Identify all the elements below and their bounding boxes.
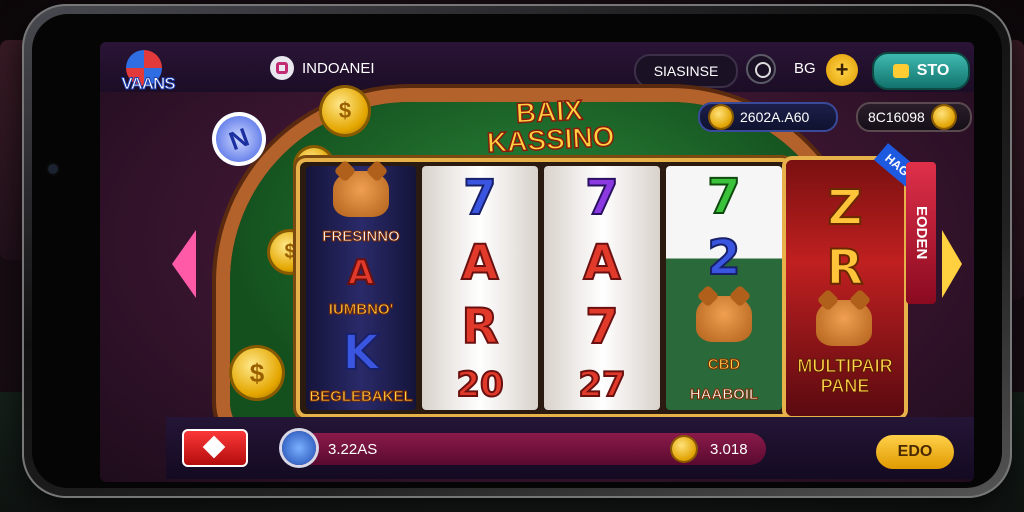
reel-symbol: A (347, 253, 375, 294)
coin-icon: $ (322, 88, 368, 134)
reel-symbol: HAABOIL (689, 386, 759, 404)
diamond-icon (202, 435, 226, 459)
mascot-icon (816, 300, 872, 346)
coin-icon (672, 437, 696, 461)
balance-primary[interactable]: 2602A.A60 (698, 102, 838, 132)
feature-label: MULTIPAIR PANE (786, 356, 904, 397)
casino-chip: N (204, 104, 274, 174)
info-bar: 3.22AS 3.018 (282, 431, 766, 465)
reel-symbol: 7 (584, 299, 619, 356)
reel-3: 7 A 7 27 (544, 166, 660, 410)
coin-icon (932, 106, 955, 128)
reel-symbol: 7 (706, 168, 741, 225)
feature-panel[interactable]: Z R MULTIPAIR PANE (786, 160, 904, 416)
next-arrow-icon[interactable] (942, 230, 962, 298)
reel-frame: FRESINNO A IUMBNO' K BEGLEBAKEL 7 A R 20… (300, 162, 788, 414)
coin-icon: $ (232, 348, 282, 398)
user-name: INDOANEI (302, 59, 375, 77)
reel-symbol: K (341, 324, 380, 381)
bottom-bar: 3.22AS 3.018 EDO (166, 417, 974, 479)
feature-symbol: R (826, 240, 865, 296)
store-label: STO (916, 62, 950, 79)
balance-secondary-value: 8C16098 (868, 109, 925, 125)
reel-symbol: 7 (462, 170, 497, 227)
mascot-icon (333, 171, 389, 218)
feature-label-line2: PANE (820, 376, 870, 397)
reel-symbol: R (461, 299, 500, 356)
reel-1: FRESINNO A IUMBNO' K BEGLEBAKEL (306, 166, 416, 410)
phone-device: VAANS INDOANEI SIASINSE BG + STO N $ $ $… (22, 4, 1012, 498)
feature-symbol: Z (827, 180, 864, 236)
coin-icon (710, 106, 732, 128)
casino-scene: VAANS INDOANEI SIASINSE BG + STO N $ $ $… (0, 0, 1024, 512)
add-coins-button[interactable]: + (826, 54, 858, 86)
chip-label: N (224, 121, 253, 156)
bet-button[interactable] (182, 429, 248, 467)
count-label: BG (794, 60, 816, 77)
phone-bezel: VAANS INDOANEI SIASINSE BG + STO N $ $ $… (32, 14, 1002, 488)
previous-arrow-icon[interactable] (172, 230, 196, 298)
reel-symbol: A (582, 234, 621, 291)
reel-symbol: CBD (707, 355, 741, 373)
brand-logo[interactable]: VAANS (108, 50, 188, 98)
status-pill[interactable]: SIASINSE (634, 54, 738, 88)
reel-symbol: IUMBNO' (328, 300, 394, 318)
reel-2: 7 A R 20 (422, 166, 538, 410)
reel-symbol: FRESINNO (322, 228, 401, 246)
balance-secondary[interactable]: 8C16098 (856, 102, 972, 132)
win-amount: 3.018 (710, 441, 748, 458)
reel-symbol: BEGLEBAKEL (309, 387, 413, 405)
store-button[interactable]: STO (872, 52, 970, 90)
game-screen: VAANS INDOANEI SIASINSE BG + STO N $ $ $… (100, 42, 974, 482)
reel-symbol: 2 (706, 230, 741, 287)
user-icon (270, 56, 294, 80)
top-bar: VAANS INDOANEI SIASINSE BG + STO (100, 42, 974, 94)
spin-button[interactable]: EDO (876, 435, 954, 469)
plus-icon: + (835, 57, 849, 82)
reel-symbol: 27 (577, 364, 626, 405)
reel-symbol: 20 (455, 364, 504, 405)
user-profile[interactable]: INDOANEI (270, 54, 375, 82)
camera-icon (48, 164, 58, 174)
balance-primary-value: 2602A.A60 (740, 109, 810, 125)
feature-label-line1: MULTIPAIR (797, 356, 893, 377)
mascot-icon (696, 295, 752, 342)
reel-symbol: 7 (584, 170, 619, 227)
store-icon (892, 64, 909, 78)
reel-4: 7 2 CBD HAABOIL (666, 166, 782, 410)
globe-icon[interactable] (746, 54, 776, 84)
reel-symbol: A (460, 234, 499, 291)
logo-text: VAANS (121, 74, 176, 94)
info-icon[interactable] (282, 431, 316, 465)
feature-side-tab[interactable]: EODEN (906, 162, 936, 304)
bottom-balance: 3.22AS (328, 441, 378, 458)
